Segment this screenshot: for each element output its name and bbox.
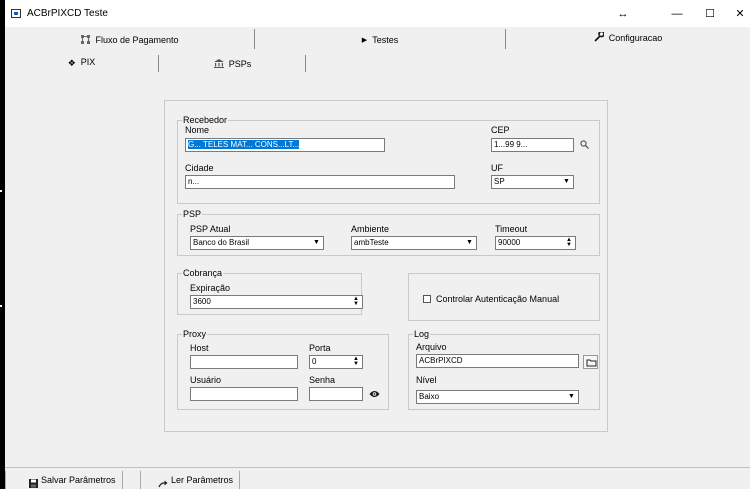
uf-label: UF	[491, 163, 503, 173]
psp-atual-label: PSP Atual	[190, 224, 231, 234]
tab-fluxo-de-pagamento[interactable]: Fluxo de Pagamento	[5, 29, 255, 51]
save-icon	[29, 476, 38, 489]
arquivo-label: Arquivo	[416, 342, 447, 352]
nome-label: Nome	[185, 125, 210, 135]
usuario-input[interactable]	[190, 387, 298, 401]
porta-stepper[interactable]: 0 ▲ ▼	[309, 355, 363, 369]
redo-arrow-icon	[158, 476, 169, 489]
spin-arrows-icon[interactable]: ▲ ▼	[351, 296, 361, 307]
timeout-value: 90000	[498, 238, 521, 247]
tab-label: PSPs	[228, 59, 252, 69]
psp-group: PSP PSP Atual Banco do Brasil ▼ Ambiente …	[177, 209, 600, 256]
tab-label: Testes	[372, 35, 399, 45]
pix-icon: ❖	[67, 57, 76, 68]
autenticacao-group: Controlar Autenticação Manual	[408, 273, 600, 321]
nome-selected-text: G... TELES MAT... CONS...LT...	[188, 140, 300, 149]
bottom-toolbar: Salvar Parâmetros Ler Parâmetros	[5, 467, 750, 489]
cidade-input[interactable]: n...	[185, 175, 455, 189]
porta-label: Porta	[309, 343, 331, 353]
salvar-parametros-button[interactable]: Salvar Parâmetros	[5, 471, 123, 489]
senha-label: Senha	[309, 375, 336, 385]
spin-arrows-icon[interactable]: ▲ ▼	[564, 237, 574, 248]
nivel-select[interactable]: Baixo ▼	[416, 390, 579, 404]
title-bar: ACBrPIXCD Teste ↔ — ☐ ✕	[5, 0, 750, 27]
host-label: Host	[190, 343, 209, 353]
timeout-stepper[interactable]: 90000 ▲ ▼	[495, 236, 576, 250]
cep-label: CEP	[491, 125, 510, 135]
autenticacao-checkbox[interactable]	[423, 295, 431, 303]
folder-icon[interactable]	[583, 355, 598, 369]
play-icon: ▶	[361, 36, 368, 44]
cobranca-group: Cobrança Expiração 3600 ▲ ▼	[177, 268, 363, 315]
tab-label: Configuracao	[608, 33, 663, 43]
usuario-label: Usuário	[190, 375, 222, 385]
ambiente-label: Ambiente	[351, 224, 390, 234]
nome-input[interactable]: G... TELES MAT... CONS...LT...	[185, 138, 385, 152]
nivel-value: Baixo	[419, 392, 440, 401]
minimize-button[interactable]: —	[665, 6, 689, 22]
psp-atual-select[interactable]: Banco do Brasil ▼	[190, 236, 324, 250]
config-panel: Recebedor Nome G... TELES MAT... CONS...…	[164, 100, 608, 432]
group-title: Cobrança	[182, 268, 224, 278]
tab-psps[interactable]: PSPs	[159, 55, 306, 73]
group-title: Log	[413, 329, 431, 339]
tab-configuracao[interactable]: Configuracao	[506, 27, 750, 49]
uf-select[interactable]: SP ▼	[491, 175, 574, 189]
uf-value: SP	[494, 177, 505, 186]
timeout-label: Timeout	[495, 224, 528, 234]
wrench-icon	[594, 28, 605, 50]
log-group: Log Arquivo ACBrPIXCD Nível Baixo ▼	[408, 329, 600, 410]
group-title: Recebedor	[182, 115, 229, 125]
window-edge-mark	[0, 305, 2, 307]
eye-icon[interactable]	[369, 390, 380, 400]
close-button[interactable]: ✕	[728, 6, 750, 22]
tab-label: PIX	[80, 57, 96, 67]
ambiente-value: ambTeste	[354, 238, 389, 247]
search-icon[interactable]	[580, 140, 589, 151]
autenticacao-label: Controlar Autenticação Manual	[436, 294, 560, 304]
tab-testes[interactable]: ▶ Testes	[255, 29, 505, 51]
cidade-label: Cidade	[185, 163, 214, 173]
app-icon	[11, 9, 21, 18]
host-input[interactable]	[190, 355, 298, 369]
arquivo-input[interactable]: ACBrPIXCD	[416, 354, 579, 368]
group-title: PSP	[182, 209, 203, 219]
window-title: ACBrPIXCD Teste	[27, 8, 108, 19]
chevron-down-icon[interactable]: ▼	[561, 177, 572, 187]
expiracao-label: Expiração	[190, 283, 231, 293]
ambiente-select[interactable]: ambTeste ▼	[351, 236, 477, 250]
tab-divider	[305, 55, 306, 72]
senha-input[interactable]	[309, 387, 363, 401]
expiracao-stepper[interactable]: 3600 ▲ ▼	[190, 295, 363, 309]
window-edge-mark	[0, 190, 2, 192]
tab-pix[interactable]: ❖ PIX	[5, 52, 158, 72]
recebedor-group: Recebedor Nome G... TELES MAT... CONS...…	[177, 115, 600, 204]
ler-parametros-button[interactable]: Ler Parâmetros	[140, 471, 240, 489]
nivel-label: Nível	[416, 375, 437, 385]
expiracao-value: 3600	[193, 297, 211, 306]
psp-atual-value: Banco do Brasil	[193, 238, 250, 247]
ler-label: Ler Parâmetros	[171, 475, 234, 485]
tab-label: Fluxo de Pagamento	[95, 35, 179, 45]
flow-icon	[81, 30, 91, 52]
proxy-group: Proxy Host Porta 0 ▲ ▼ Usuário Senha	[177, 329, 389, 410]
restore-size-button[interactable]: ↔	[611, 6, 635, 22]
maximize-button[interactable]: ☐	[698, 6, 722, 22]
spin-arrows-icon[interactable]: ▲ ▼	[351, 356, 361, 367]
chevron-down-icon[interactable]: ▼	[566, 392, 577, 402]
group-title: Proxy	[182, 329, 208, 339]
bank-icon	[213, 56, 224, 74]
porta-value: 0	[312, 357, 317, 366]
salvar-label: Salvar Parâmetros	[41, 475, 116, 485]
chevron-down-icon[interactable]: ▼	[311, 238, 322, 248]
cep-input[interactable]: 1...99 9...	[491, 138, 574, 152]
main-window: ACBrPIXCD Teste ↔ — ☐ ✕ Fluxo de Pagamen…	[5, 0, 750, 489]
chevron-down-icon[interactable]: ▼	[464, 238, 475, 248]
